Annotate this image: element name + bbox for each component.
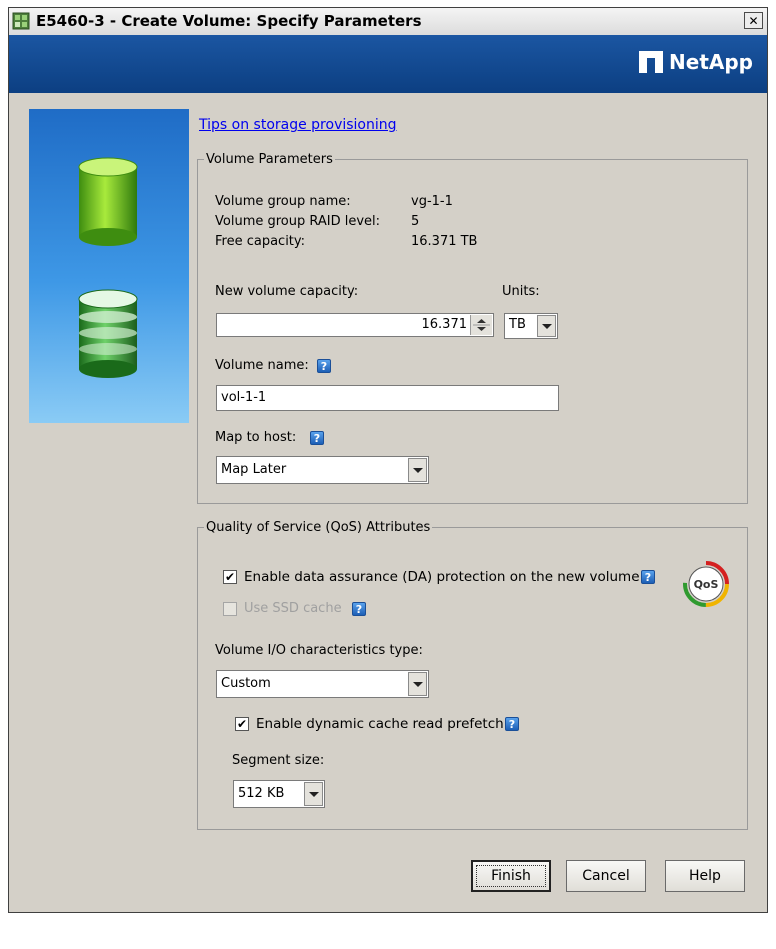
- help-glyph: ?: [508, 717, 516, 731]
- free-capacity-value: 16.371 TB: [411, 234, 478, 249]
- finish-button[interactable]: Finish: [471, 860, 551, 892]
- help-button-label: Help: [689, 868, 721, 884]
- raid-level-value: 5: [411, 214, 420, 229]
- segment-dropdown-arrow[interactable]: [304, 782, 323, 806]
- new-capacity-label: New volume capacity:: [215, 284, 359, 299]
- close-button[interactable]: ✕: [744, 12, 763, 29]
- checkmark-icon: ✔: [224, 570, 236, 584]
- raid-level-label: Volume group RAID level:: [215, 214, 381, 229]
- chevron-down-icon: [412, 681, 423, 687]
- io-characteristics-label: Volume I/O characteristics type:: [215, 643, 423, 658]
- segment-size-select[interactable]: 512 KB: [233, 780, 325, 808]
- title-bar[interactable]: E5460-3 - Create Volume: Specify Paramet…: [9, 8, 767, 36]
- free-capacity-label: Free capacity:: [215, 234, 306, 249]
- help-glyph: ?: [355, 602, 363, 616]
- io-dropdown-arrow[interactable]: [408, 672, 427, 696]
- close-icon: ✕: [748, 13, 759, 28]
- netapp-logo: NetApp: [637, 49, 753, 75]
- qos-legend: Quality of Service (QoS) Attributes: [206, 520, 431, 535]
- map-to-host-select[interactable]: Map Later: [216, 456, 429, 484]
- chevron-down-icon: [308, 791, 319, 797]
- data-assurance-label[interactable]: Enable data assurance (DA) protection on…: [244, 569, 640, 585]
- volume-group-name-value: vg-1-1: [411, 194, 453, 209]
- segment-size-value: 512 KB: [238, 786, 285, 801]
- ssd-cache-checkbox: [223, 602, 237, 616]
- capacity-spin-buttons[interactable]: [470, 315, 492, 335]
- volume-name-input[interactable]: vol-1-1: [216, 385, 559, 411]
- tips-storage-provisioning-link[interactable]: Tips on storage provisioning: [199, 117, 397, 133]
- volume-graphic: [29, 109, 189, 423]
- qos-badge-text: QoS: [694, 578, 719, 591]
- read-prefetch-label[interactable]: Enable dynamic cache read prefetch: [256, 716, 504, 732]
- map-to-host-help-icon[interactable]: ?: [310, 431, 324, 445]
- spin-arrows-icon: [473, 319, 490, 331]
- cancel-button-label: Cancel: [582, 868, 630, 884]
- ssd-cache-label: Use SSD cache: [244, 601, 342, 616]
- segment-size-label: Segment size:: [232, 753, 325, 768]
- data-assurance-checkbox[interactable]: ✔: [223, 570, 237, 584]
- storage-app-icon: [12, 12, 30, 30]
- help-glyph: ?: [320, 359, 328, 373]
- map-dropdown-arrow[interactable]: [408, 458, 427, 482]
- ssd-cache-help-icon[interactable]: ?: [352, 602, 366, 616]
- io-characteristics-value: Custom: [221, 676, 271, 691]
- qos-badge-icon: QoS: [683, 561, 729, 607]
- capacity-value: 16.371: [421, 317, 468, 332]
- logo-text: NetApp: [669, 50, 753, 74]
- help-button[interactable]: Help: [665, 860, 745, 892]
- units-select[interactable]: TB: [504, 313, 558, 339]
- data-assurance-help-icon[interactable]: ?: [641, 570, 655, 584]
- capacity-spinner[interactable]: 16.371: [216, 313, 494, 337]
- create-volume-dialog: E5460-3 - Create Volume: Specify Paramet…: [8, 7, 768, 913]
- checkmark-icon: ✔: [236, 717, 248, 731]
- map-to-host-value: Map Later: [221, 462, 287, 477]
- units-label: Units:: [502, 284, 540, 299]
- chevron-down-icon: [412, 467, 423, 473]
- map-to-host-label: Map to host:: [215, 430, 297, 445]
- volume-cylinder-icons: [78, 157, 138, 378]
- volume-parameters-legend: Volume Parameters: [206, 152, 333, 167]
- netapp-n-icon: [639, 51, 664, 73]
- volume-name-help-icon[interactable]: ?: [317, 359, 331, 373]
- read-prefetch-help-icon[interactable]: ?: [505, 717, 519, 731]
- chevron-down-icon: [541, 323, 552, 329]
- help-glyph: ?: [644, 570, 652, 584]
- help-glyph: ?: [313, 431, 321, 445]
- window-title: E5460-3 - Create Volume: Specify Paramet…: [36, 12, 422, 30]
- volume-name-label: Volume name:: [215, 358, 309, 373]
- io-characteristics-select[interactable]: Custom: [216, 670, 429, 698]
- header-banner: NetApp: [9, 35, 767, 93]
- units-dropdown-arrow[interactable]: [537, 315, 556, 337]
- units-select-value: TB: [509, 317, 526, 332]
- volume-group-name-label: Volume group name:: [215, 194, 351, 209]
- focus-ring: [476, 865, 546, 887]
- read-prefetch-checkbox[interactable]: ✔: [235, 717, 249, 731]
- cancel-button[interactable]: Cancel: [566, 860, 646, 892]
